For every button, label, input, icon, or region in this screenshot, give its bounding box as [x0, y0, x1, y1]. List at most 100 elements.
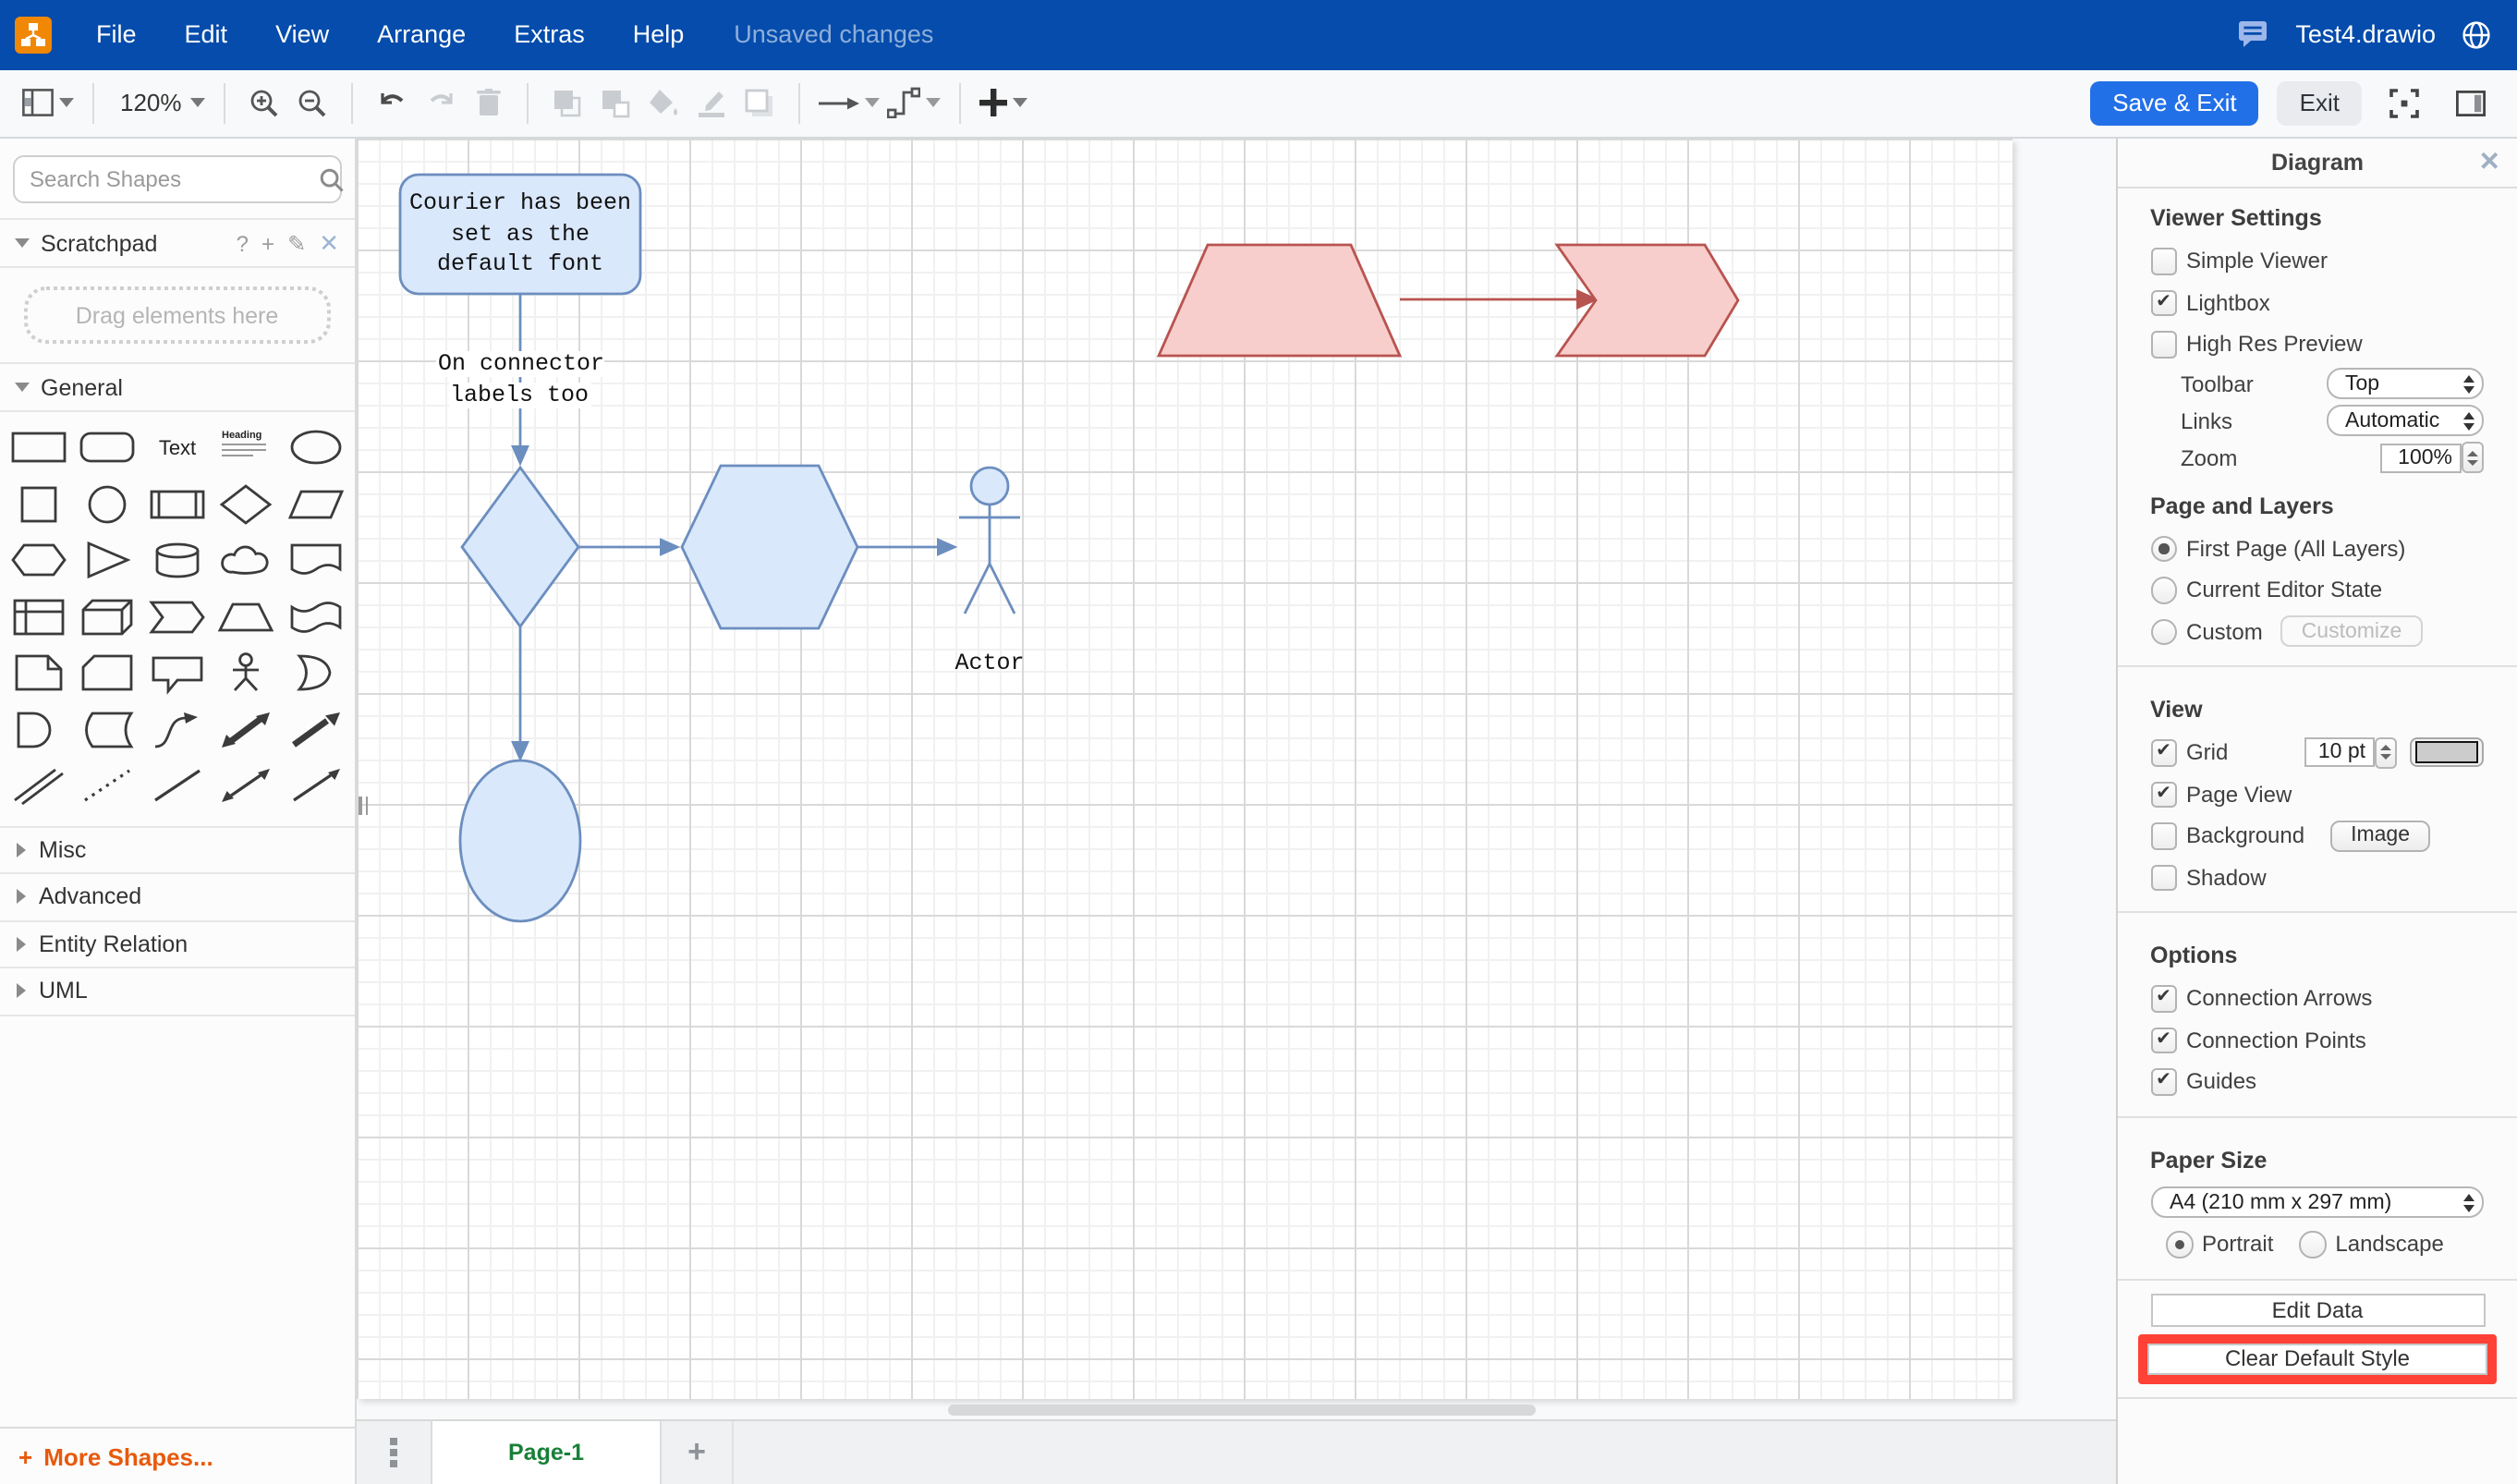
palette-shape-and[interactable]	[4, 701, 73, 758]
connection-points-row[interactable]: Connection Points	[2118, 1019, 2517, 1061]
palette-shape-curve[interactable]	[142, 701, 212, 758]
zoom-level-button[interactable]: 120%	[113, 79, 206, 128]
view-panels-button[interactable]	[22, 79, 74, 128]
lightbox-row[interactable]: Lightbox	[2118, 282, 2517, 323]
fill-color-button[interactable]	[644, 79, 685, 128]
close-icon[interactable]: ✕	[2479, 146, 2500, 177]
palette-shape-directional-connector[interactable]	[281, 758, 350, 814]
menu-arrange[interactable]: Arrange	[353, 21, 490, 49]
grid-size-input[interactable]: 10 pt	[2304, 738, 2375, 768]
menu-edit[interactable]: Edit	[161, 21, 252, 49]
sidebar-section-misc[interactable]: Misc	[0, 825, 354, 874]
connector-diamond-to-ellipse[interactable]	[513, 626, 529, 760]
palette-shape-textbox[interactable]: Heading	[212, 420, 281, 476]
palette-shape-circle[interactable]	[73, 476, 142, 532]
palette-shape-rectangle[interactable]	[4, 420, 73, 476]
scratchpad-add-icon[interactable]: +	[261, 230, 274, 256]
background-row[interactable]: Background Image	[2118, 815, 2517, 857]
palette-shape-bidirectional-connector[interactable]	[212, 758, 281, 814]
sidebar-section-advanced[interactable]: Advanced	[0, 874, 354, 921]
palette-shape-document[interactable]	[281, 532, 350, 589]
save-exit-button[interactable]: Save & Exit	[2090, 81, 2258, 126]
search-shapes-input[interactable]	[26, 164, 320, 194]
customize-button[interactable]: Customize	[2281, 616, 2423, 648]
comments-icon[interactable]	[2238, 21, 2269, 49]
edit-data-button[interactable]: Edit Data	[2150, 1293, 2485, 1326]
palette-shape-cylinder[interactable]	[142, 532, 212, 589]
custom-row[interactable]: Custom Customize	[2118, 611, 2517, 652]
shadow-button[interactable]	[740, 79, 781, 128]
palette-shape-note[interactable]	[4, 645, 73, 701]
shape-diamond[interactable]	[462, 468, 578, 626]
connector-diamond-to-hexagon[interactable]	[578, 540, 678, 555]
simple-viewer-checkbox[interactable]	[2150, 248, 2177, 274]
palette-shape-or[interactable]	[281, 645, 350, 701]
palette-shape-step[interactable]	[142, 589, 212, 645]
palette-shape-diamond[interactable]	[212, 476, 281, 532]
language-globe-icon[interactable]	[2462, 20, 2491, 50]
simple-viewer-row[interactable]: Simple Viewer	[2118, 240, 2517, 282]
undo-button[interactable]	[372, 79, 413, 128]
background-checkbox[interactable]	[2150, 822, 2177, 849]
shape-trapezoid[interactable]	[1159, 245, 1400, 356]
search-icon[interactable]	[320, 167, 344, 191]
format-panel-toggle-icon[interactable]	[2450, 79, 2491, 128]
palette-shape-link[interactable]	[4, 758, 73, 814]
high-res-checkbox[interactable]	[2150, 331, 2177, 358]
palette-shape-process[interactable]	[142, 476, 212, 532]
background-image-button[interactable]: Image	[2330, 821, 2430, 852]
menu-file[interactable]: File	[72, 21, 161, 49]
current-editor-state-radio[interactable]	[2150, 577, 2177, 603]
palette-shape-actor[interactable]	[212, 645, 281, 701]
page-tab[interactable]: Page-1	[431, 1421, 662, 1484]
scratchpad-section-header[interactable]: Scratchpad ? + ✎ ✕	[0, 218, 354, 268]
horizontal-scrollbar[interactable]	[948, 1405, 1536, 1416]
shape-ellipse[interactable]	[460, 760, 580, 921]
to-front-button[interactable]	[548, 79, 589, 128]
scratchpad-help-icon[interactable]: ?	[237, 230, 249, 256]
first-page-row[interactable]: First Page (All Layers)	[2118, 528, 2517, 569]
palette-shape-hexagon[interactable]	[4, 532, 73, 589]
viewer-zoom-stepper[interactable]	[2462, 442, 2484, 473]
custom-radio[interactable]	[2150, 618, 2177, 645]
scratchpad-dropzone[interactable]: Drag elements here	[24, 286, 330, 344]
redo-button[interactable]	[420, 79, 461, 128]
shadow-checkbox[interactable]	[2150, 864, 2177, 891]
paper-size-select[interactable]: A4 (210 mm x 297 mm)	[2151, 1187, 2484, 1219]
add-page-button[interactable]: +	[662, 1421, 734, 1484]
landscape-radio[interactable]	[2299, 1231, 2326, 1258]
shadow-row[interactable]: Shadow	[2118, 857, 2517, 898]
page-view-checkbox[interactable]	[2150, 781, 2177, 808]
grid-size-stepper[interactable]	[2375, 737, 2397, 769]
pages-menu-icon[interactable]	[357, 1421, 431, 1484]
palette-shape-data-storage[interactable]	[73, 701, 142, 758]
connection-points-checkbox[interactable]	[2150, 1027, 2177, 1053]
palette-shape-internal-storage[interactable]	[4, 589, 73, 645]
portrait-radio[interactable]	[2166, 1231, 2193, 1258]
exit-button[interactable]: Exit	[2278, 81, 2362, 126]
lightbox-checkbox[interactable]	[2150, 289, 2177, 316]
guides-checkbox[interactable]	[2150, 1068, 2177, 1095]
sidebar-section-uml[interactable]: UML	[0, 968, 354, 1016]
palette-shape-triangle[interactable]	[73, 532, 142, 589]
shape-actor[interactable]	[959, 468, 1020, 614]
page-view-row[interactable]: Page View	[2118, 773, 2517, 815]
grid-row[interactable]: Grid 10 pt	[2118, 732, 2517, 773]
first-page-radio[interactable]	[2150, 535, 2177, 562]
connection-style-button[interactable]	[820, 79, 881, 128]
zoom-in-button[interactable]	[245, 79, 286, 128]
zoom-out-button[interactable]	[293, 79, 334, 128]
guides-row[interactable]: Guides	[2118, 1061, 2517, 1102]
palette-shape-arrow[interactable]	[281, 701, 350, 758]
delete-button[interactable]	[468, 79, 509, 128]
palette-shape-cloud[interactable]	[212, 532, 281, 589]
sidebar-section-entity-relation[interactable]: Entity Relation	[0, 921, 354, 968]
scratchpad-edit-icon[interactable]: ✎	[287, 230, 306, 256]
clear-default-style-button[interactable]: Clear Default Style	[2147, 1343, 2487, 1374]
shape-hexagon[interactable]	[682, 466, 857, 628]
line-color-button[interactable]	[692, 79, 733, 128]
connector-hexagon-to-actor[interactable]	[857, 540, 955, 555]
toolbar-position-select[interactable]: Top	[2327, 368, 2484, 399]
grid-checkbox[interactable]	[2150, 739, 2177, 766]
palette-shape-card[interactable]	[73, 645, 142, 701]
